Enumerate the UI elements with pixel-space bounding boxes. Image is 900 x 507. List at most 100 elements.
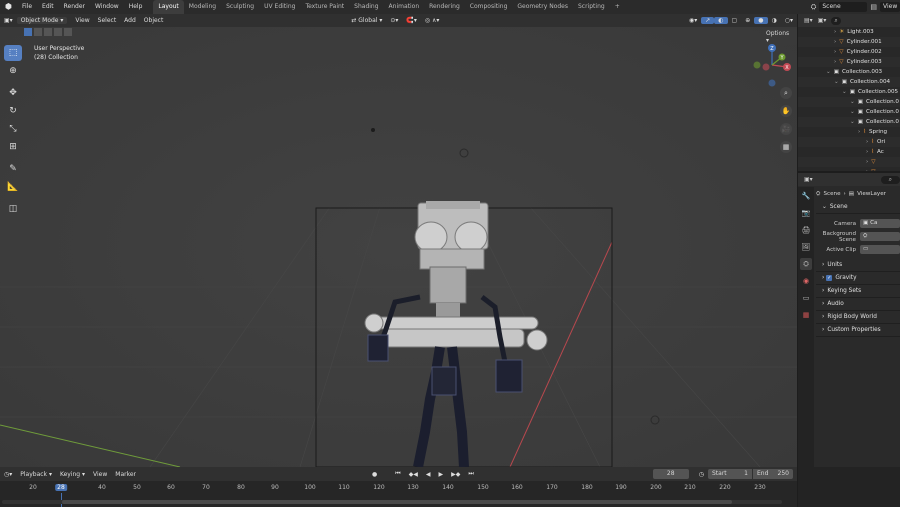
view-layer-selector[interactable]: View [880, 2, 900, 12]
preview-range-icon[interactable]: ◷ [695, 471, 708, 478]
end-frame-field[interactable]: End 250 [753, 469, 793, 479]
menu-select[interactable]: Select [94, 17, 121, 24]
cursor-tool-icon[interactable]: ⊕ [4, 63, 22, 79]
select-intersect-icon[interactable] [64, 28, 72, 36]
expand-arrow-icon[interactable]: › [866, 149, 868, 155]
select-box-tool-icon[interactable]: ⬚ [4, 45, 22, 61]
world-tab-icon[interactable]: ◉ [800, 275, 812, 287]
menu-timeline-view[interactable]: View [89, 471, 111, 478]
expand-arrow-icon[interactable]: ⌄ [834, 79, 839, 85]
expand-arrow-icon[interactable]: ⌄ [850, 119, 855, 125]
background-scene-field[interactable]: ⛭ [860, 232, 900, 241]
outliner-editor-icon[interactable]: ▤▾ [804, 17, 813, 24]
play-icon[interactable]: ▶ [435, 471, 448, 478]
select-extend-icon[interactable] [34, 28, 42, 36]
empty-object[interactable] [371, 128, 375, 132]
tab-layout[interactable]: Layout [153, 0, 184, 14]
menu-add[interactable]: Add [120, 17, 140, 24]
pivot-icon[interactable]: ⊙▾ [386, 17, 402, 24]
menu-edit[interactable]: Edit [37, 0, 59, 14]
tab-uv-editing[interactable]: UV Editing [259, 0, 300, 14]
output-tab-icon[interactable]: 🖨 [800, 224, 812, 236]
outliner-row[interactable]: ⌄ ▣ Collection.0 [798, 117, 900, 127]
rotate-tool-icon[interactable]: ↻ [4, 103, 22, 119]
expand-arrow-icon[interactable]: › [858, 129, 860, 135]
expand-arrow-icon[interactable]: › [866, 169, 868, 171]
properties-search-icon[interactable]: ⌕ [880, 175, 900, 184]
expand-arrow-icon[interactable]: ⌄ [826, 69, 831, 75]
prev-keyframe-icon[interactable]: ◆◀ [405, 471, 422, 478]
outliner-row[interactable]: ⌄ ▣ Collection.004 [798, 77, 900, 87]
tab-texture-paint[interactable]: Texture Paint [300, 0, 349, 14]
transform-tool-icon[interactable]: ⊞ [4, 139, 22, 155]
outliner-row[interactable]: › ⌇ Ori [798, 137, 900, 147]
move-tool-icon[interactable]: ✥ [4, 85, 22, 101]
expand-arrow-icon[interactable]: › [866, 139, 868, 145]
scene-tab-icon[interactable]: ⛭ [800, 258, 812, 270]
outliner-row[interactable]: ›▽ [798, 167, 900, 171]
editor-type-icon[interactable]: ▣▾ [0, 17, 17, 24]
annotate-tool-icon[interactable]: ✎ [4, 161, 22, 177]
current-frame-field[interactable]: 28 [652, 469, 689, 479]
record-icon[interactable]: ● [368, 471, 381, 478]
expand-arrow-icon[interactable]: ⌄ [842, 89, 847, 95]
outliner-search-icon[interactable]: ⌕ [831, 16, 841, 25]
add-workspace-button[interactable]: + [610, 0, 625, 14]
outliner-row[interactable]: ⌄ ▣ Collection.0 [798, 107, 900, 117]
custom-properties-section[interactable]: › Custom Properties [816, 324, 900, 337]
tab-geometry-nodes[interactable]: Geometry Nodes [512, 0, 573, 14]
view-layer-tab-icon[interactable]: 🖼 [800, 241, 812, 253]
gravity-checkbox[interactable]: ✓ [826, 275, 833, 281]
expand-arrow-icon[interactable]: › [866, 159, 868, 165]
camera-field[interactable]: ▣ Ca [860, 219, 900, 228]
expand-arrow-icon[interactable]: › [834, 59, 836, 65]
outliner-row[interactable]: › ⌇ Spring [798, 127, 900, 137]
shading-solid-icon[interactable]: ● [754, 17, 768, 24]
viewport-scene[interactable] [0, 27, 797, 467]
outliner-row[interactable]: › ▽ Cylinder.002 [798, 47, 900, 57]
scene-icon[interactable]: ⛭ [808, 3, 820, 12]
shading-rendered-icon[interactable]: ○▾ [781, 17, 797, 24]
menu-marker[interactable]: Marker [111, 471, 140, 478]
expand-arrow-icon[interactable]: ⌄ [850, 109, 855, 115]
add-cube-tool-icon[interactable]: ◫ [4, 201, 22, 217]
rigid-body-world-section[interactable]: › Rigid Body World [816, 311, 900, 324]
tab-animation[interactable]: Animation [384, 0, 425, 14]
properties-editor-icon[interactable]: ▣▾ [804, 176, 813, 183]
active-clip-field[interactable]: ▭ [860, 245, 900, 254]
scene-section-header[interactable]: ⌄ Scene [816, 201, 900, 214]
expand-arrow-icon[interactable]: › [834, 29, 836, 35]
timeline-scrollbar-thumb[interactable] [62, 500, 732, 504]
menu-file[interactable]: File [17, 0, 37, 14]
menu-keying[interactable]: Keying ▾ [56, 471, 89, 478]
gizmo-toggle-icon[interactable]: ↗ [701, 17, 715, 24]
timeline-scrubber[interactable]: 20 28 40 50 60 70 80 90 100 110 120 130 140 150 160 170… [0, 481, 797, 507]
tab-rendering[interactable]: Rendering [424, 0, 465, 14]
transform-orientation-dropdown[interactable]: ⇄ Global ▾ [347, 17, 386, 24]
gravity-section[interactable]: › ✓ Gravity [816, 272, 900, 285]
next-keyframe-icon[interactable]: ▶◆ [447, 471, 464, 478]
outliner-row[interactable]: › ☀ Light.003 [798, 27, 900, 37]
tab-compositing[interactable]: Compositing [465, 0, 513, 14]
overlay-toggle-icon[interactable]: ◐ [714, 17, 728, 24]
keying-sets-section[interactable]: › Keying Sets [816, 285, 900, 298]
menu-render[interactable]: Render [59, 0, 90, 14]
outliner-row[interactable]: ⌄ ▣ Collection.003 [798, 67, 900, 77]
object-mode-dropdown[interactable]: Object Mode ▾ [16, 17, 68, 24]
collection-tab-icon[interactable]: ▭ [800, 292, 812, 304]
scale-tool-icon[interactable]: ⤡ [4, 121, 22, 137]
jump-start-icon[interactable]: ⏮ [391, 470, 404, 478]
outliner-row[interactable]: ›▽ [798, 157, 900, 167]
expand-arrow-icon[interactable]: ⌄ [850, 99, 855, 105]
3d-viewport[interactable]: User Perspective (28) Collection ⬚ ⊕ ✥ ↻… [0, 27, 797, 467]
play-reverse-icon[interactable]: ◀ [422, 471, 435, 478]
measure-tool-icon[interactable]: 📐 [4, 179, 22, 195]
jump-end-icon[interactable]: ⏭ [464, 470, 477, 478]
scene-selector[interactable]: Scene [819, 2, 868, 12]
frame-ruler[interactable]: 20 28 40 50 60 70 80 90 100 110 120 130 140 150 160 170… [0, 481, 797, 493]
menu-object[interactable]: Object [140, 17, 168, 24]
tab-shading[interactable]: Shading [349, 0, 383, 14]
select-new-icon[interactable] [24, 28, 32, 36]
pan-hand-icon[interactable]: ✋ [780, 105, 792, 117]
texture-tab-icon[interactable]: ▦ [800, 309, 812, 321]
